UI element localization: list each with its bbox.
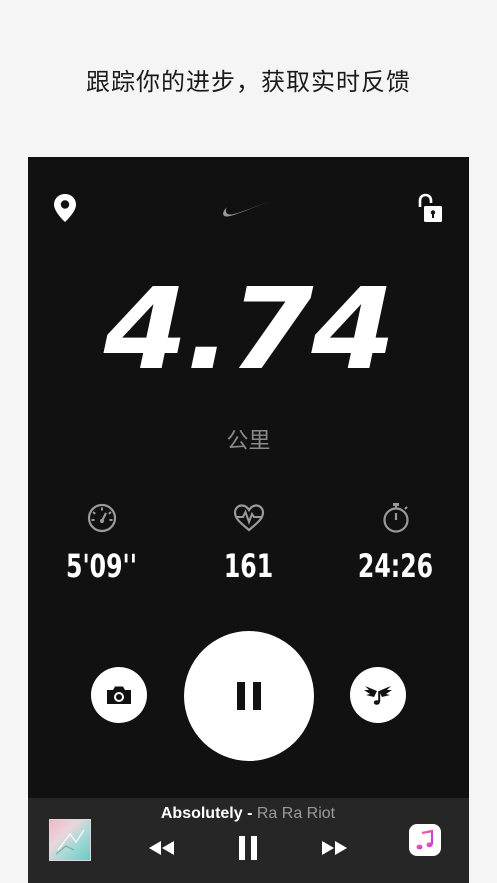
stopwatch-icon [382,503,409,533]
winged-music-note-icon [364,686,392,705]
nike-swoosh-icon [223,199,275,217]
album-art-graphic [55,829,85,855]
music-note-glyph [416,829,434,850]
powersong-button[interactable] [350,667,406,723]
unlock-icon[interactable] [416,193,444,225]
duration-value: 24:26 [357,547,434,585]
pause-icon [239,836,257,860]
duration-stat: 24:26 [322,501,469,585]
heart-rate-icon [233,504,264,532]
pause-run-button[interactable] [184,631,314,761]
camera-button[interactable] [91,667,147,723]
apple-music-icon[interactable] [409,824,441,856]
heart-rate-stat: 161 [175,501,322,585]
pace-value: 5'09'' [66,547,137,585]
music-player-bar: Absolutely - Ra Ra Riot [28,798,469,883]
distance-unit: 公里 [226,429,271,454]
player-pause-button[interactable] [236,834,260,862]
album-art-image[interactable] [49,819,91,861]
fast-forward-icon [322,841,347,855]
speedometer-icon [87,503,116,533]
location-pin-icon[interactable] [52,193,78,223]
song-artist: Ra Ra Riot [256,805,336,822]
camera-icon [107,686,131,704]
now-playing-text: Absolutely - Ra Ra Riot [108,805,388,823]
pace-stat: 5'09'' [28,501,175,585]
title-separator: - [242,805,257,822]
distance-value: 4.74 [103,265,396,395]
heart-rate-value: 161 [223,547,274,585]
run-screen: 4.74 公里 5'09'' 161 24:26 Absolutely - Ra… [28,157,469,883]
next-track-button[interactable] [320,834,350,862]
pause-icon [237,682,261,710]
song-title: Absolutely [160,805,243,822]
rewind-icon [149,841,174,855]
page-headline: 跟踪你的进步，获取实时反馈 [86,68,411,96]
previous-track-button[interactable] [146,834,176,862]
